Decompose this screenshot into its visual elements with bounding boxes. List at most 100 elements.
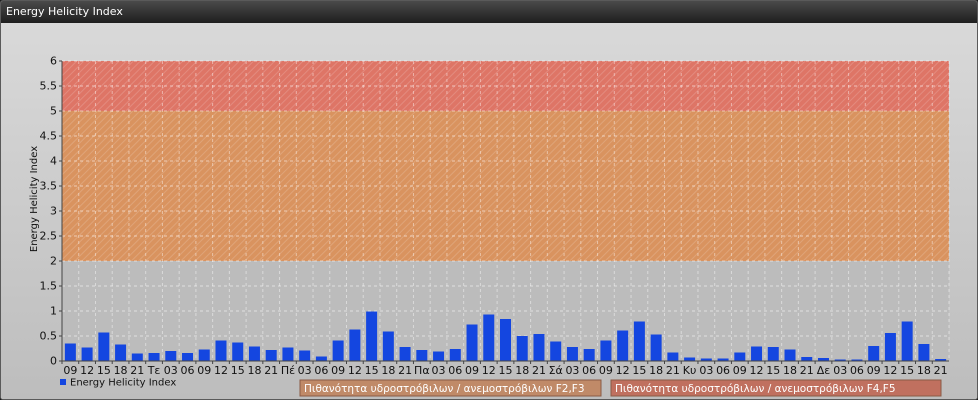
bar bbox=[483, 314, 495, 361]
bar bbox=[516, 336, 528, 361]
bar bbox=[684, 357, 696, 361]
x-tick-label: 15 bbox=[365, 364, 379, 377]
bar bbox=[600, 340, 612, 361]
bar bbox=[784, 349, 796, 361]
x-tick-label: 21 bbox=[800, 364, 814, 377]
bar bbox=[667, 352, 679, 361]
bar bbox=[801, 357, 813, 361]
x-tick-label: 03 bbox=[164, 364, 178, 377]
x-tick-label: 06 bbox=[582, 364, 596, 377]
x-tick-label: Σά bbox=[549, 364, 563, 377]
bar bbox=[566, 347, 578, 361]
band-legend-label-2: Πιθανότητα υδροστρόβιλων / ανεμοστρόβιλω… bbox=[615, 383, 896, 395]
bar bbox=[884, 333, 896, 361]
bar bbox=[232, 342, 244, 361]
bar bbox=[215, 340, 227, 361]
bar bbox=[734, 352, 746, 361]
bar bbox=[366, 311, 378, 361]
bar bbox=[633, 321, 645, 361]
x-tick-label: 15 bbox=[97, 364, 111, 377]
bar bbox=[315, 356, 327, 361]
x-tick-label: 12 bbox=[750, 364, 764, 377]
y-tick-label: 3 bbox=[50, 205, 57, 218]
chart-panel: Energy Helicity Index 0 0.5 1 1.5 2 2.5 3 3.5 4 4… bbox=[0, 0, 978, 400]
y-tick-label: 2 bbox=[50, 255, 57, 268]
bar bbox=[131, 353, 143, 361]
x-tick-label: 15 bbox=[499, 364, 513, 377]
y-tick-label: 1.5 bbox=[40, 280, 58, 293]
x-tick-label: 15 bbox=[231, 364, 245, 377]
x-tick-label: 18 bbox=[114, 364, 128, 377]
bar bbox=[64, 343, 76, 361]
bar bbox=[148, 353, 160, 361]
y-tick-label: 4.5 bbox=[40, 130, 58, 143]
x-tick-label: 15 bbox=[632, 364, 646, 377]
bar bbox=[399, 347, 411, 361]
x-tick-label: 12 bbox=[883, 364, 897, 377]
x-tick-label: 09 bbox=[465, 364, 479, 377]
x-tick-label: 12 bbox=[482, 364, 496, 377]
bar bbox=[265, 350, 277, 361]
x-tick-label: 18 bbox=[515, 364, 529, 377]
x-tick-label: Τε bbox=[147, 364, 161, 377]
bar bbox=[198, 349, 210, 361]
bar bbox=[332, 340, 344, 361]
x-tick-label: Πα bbox=[414, 364, 430, 377]
y-axis-label: Energy Helicity Index bbox=[29, 146, 40, 252]
bar bbox=[767, 347, 779, 361]
x-tick-label: 21 bbox=[532, 364, 546, 377]
x-tick-label: 12 bbox=[80, 364, 94, 377]
x-tick-label: 03 bbox=[833, 364, 847, 377]
x-tick-label: 06 bbox=[181, 364, 195, 377]
bar bbox=[500, 319, 511, 361]
bar bbox=[617, 330, 629, 361]
x-tick-label: 12 bbox=[348, 364, 362, 377]
x-tick-label: 12 bbox=[616, 364, 630, 377]
x-tick-label: 21 bbox=[130, 364, 144, 377]
chart-area: 0 0.5 1 1.5 2 2.5 3 3.5 4 4.5 5 5.5 6 09 12 15 18 21 Τε 03… bbox=[1, 23, 977, 399]
x-tick-label: 21 bbox=[666, 364, 680, 377]
bar bbox=[466, 324, 478, 361]
bar bbox=[382, 331, 394, 361]
bar bbox=[550, 341, 562, 361]
bar bbox=[751, 346, 763, 361]
bar bbox=[449, 349, 461, 361]
x-tick-label: 03 bbox=[565, 364, 579, 377]
bar bbox=[349, 329, 361, 361]
x-tick-label: 18 bbox=[381, 364, 395, 377]
x-tick-label: 18 bbox=[649, 364, 663, 377]
x-tick-label: 06 bbox=[716, 364, 730, 377]
bar bbox=[98, 332, 110, 361]
x-tick-label: Πέ bbox=[281, 364, 295, 377]
bar bbox=[115, 344, 127, 361]
legend-swatch bbox=[60, 379, 66, 385]
bar bbox=[433, 351, 445, 361]
x-tick-label: 09 bbox=[867, 364, 881, 377]
bar bbox=[282, 347, 294, 361]
y-tick-label: 2.5 bbox=[40, 230, 58, 243]
x-tick-label: 03 bbox=[298, 364, 312, 377]
y-tick-label: 1 bbox=[50, 305, 57, 318]
y-tick-label: 0 bbox=[50, 355, 57, 368]
bar bbox=[416, 350, 428, 361]
x-tick-label: 15 bbox=[766, 364, 780, 377]
x-tick-label: 21 bbox=[398, 364, 412, 377]
bar bbox=[182, 353, 194, 361]
x-tick-label: Δε bbox=[817, 364, 831, 377]
x-tick-label: 21 bbox=[264, 364, 278, 377]
x-tick-label: 09 bbox=[63, 364, 77, 377]
x-tick-label: 12 bbox=[214, 364, 228, 377]
bar bbox=[868, 346, 880, 361]
bar bbox=[650, 334, 662, 361]
x-tick-label: 18 bbox=[783, 364, 797, 377]
bar bbox=[81, 347, 93, 361]
x-tick-label: 03 bbox=[699, 364, 713, 377]
x-tick-label: 21 bbox=[934, 364, 948, 377]
y-tick-label: 0.5 bbox=[40, 330, 58, 343]
bar bbox=[299, 350, 311, 361]
x-tick-label: 03 bbox=[432, 364, 446, 377]
x-tick-label: 09 bbox=[197, 364, 211, 377]
bar bbox=[165, 351, 177, 361]
bar bbox=[533, 334, 545, 361]
y-tick-label: 3.5 bbox=[40, 180, 58, 193]
